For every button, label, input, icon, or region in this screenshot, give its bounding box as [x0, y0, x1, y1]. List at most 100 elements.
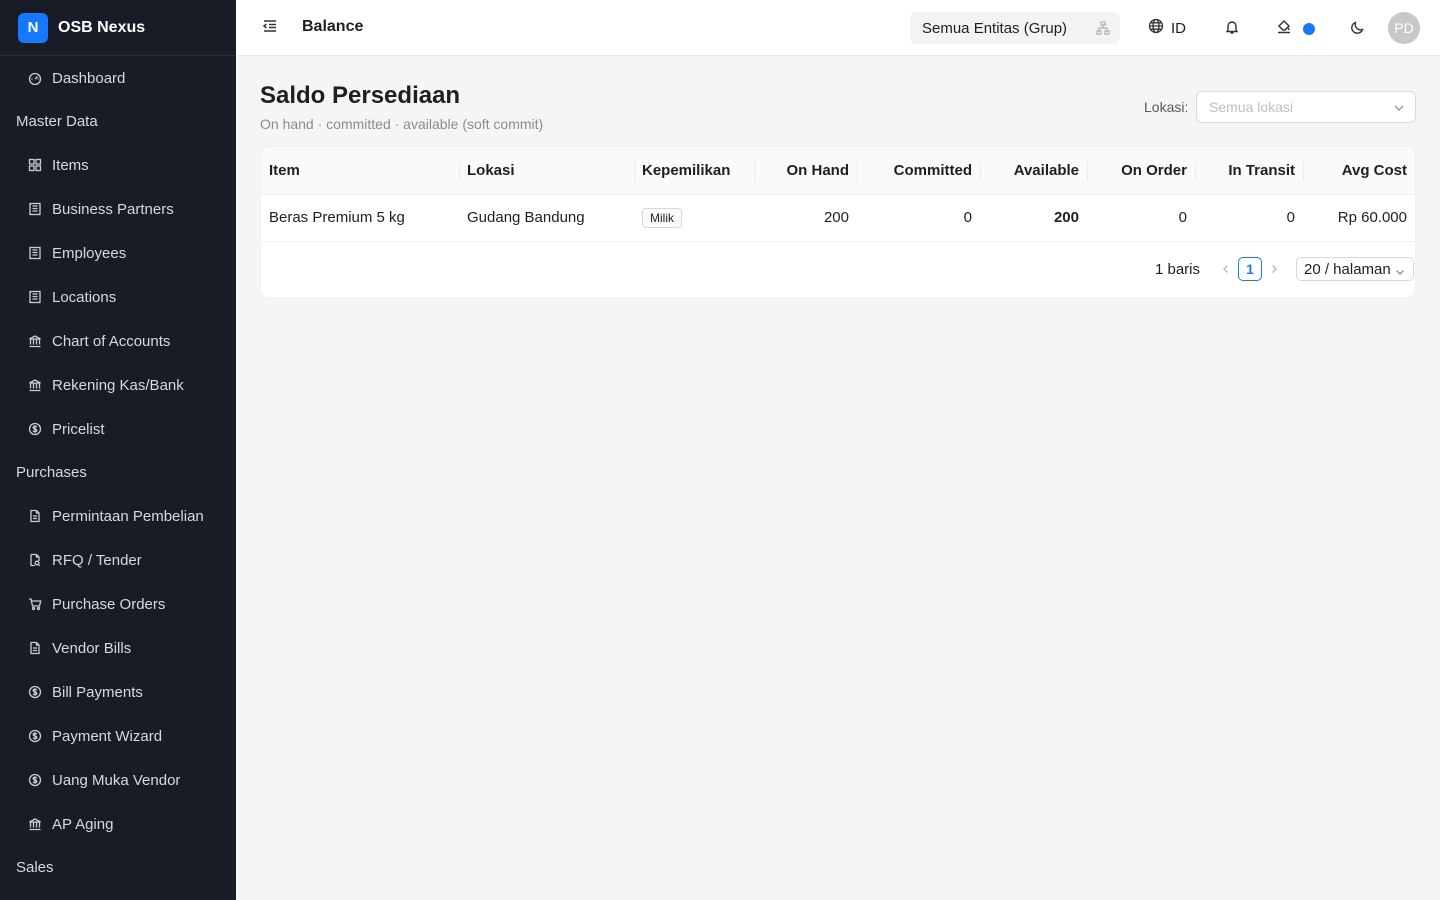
theme-color-dot: [1303, 22, 1315, 35]
column-header-on-order[interactable]: On Order: [1087, 147, 1195, 195]
language-switcher[interactable]: ID: [1148, 18, 1186, 38]
sidebar-group-master-data[interactable]: Master Data: [0, 100, 236, 143]
page-subtitle: On hand · committed · available (soft co…: [260, 116, 544, 132]
cell-committed: 0: [857, 194, 980, 242]
column-header-kepemilikan[interactable]: Kepemilikan: [634, 147, 754, 195]
building-icon: [28, 246, 42, 260]
sidebar-item-uang-muka-vendor[interactable]: Uang Muka Vendor: [0, 758, 236, 802]
bank-icon: [28, 817, 42, 831]
dollar-circle-icon: [28, 729, 42, 743]
page-title: Saldo Persediaan: [260, 82, 461, 109]
globe-icon: [1148, 18, 1171, 38]
cell-item: Beras Premium 5 kg: [261, 194, 459, 242]
grid-icon: [28, 158, 42, 172]
sidebar-group-label: Sales: [16, 859, 54, 876]
paint-bucket-icon: [1276, 18, 1292, 39]
sidebar-item-business-partners[interactable]: Business Partners: [0, 187, 236, 231]
sidebar-group-sales[interactable]: Sales: [0, 846, 236, 889]
sidebar-item-rfq-tender[interactable]: RFQ / Tender: [0, 538, 236, 582]
entity-select[interactable]: Semua Entitas (Grup): [910, 12, 1120, 44]
dashboard-icon: [28, 71, 42, 85]
sidebar-item-label: Vendor Bills: [52, 639, 132, 657]
balance-table-card: Item Lokasi Kepemilikan On Hand Committe…: [260, 146, 1416, 298]
location-filter-label: Lokasi:: [1144, 99, 1189, 115]
sidebar-item-label: Rekening Kas/Bank: [52, 376, 184, 394]
sidebar-item-label: AP Aging: [52, 815, 114, 833]
page-size-select[interactable]: 20 / halaman: [1296, 257, 1414, 281]
prev-page-icon[interactable]: [1218, 261, 1234, 277]
header-title: Balance: [302, 18, 364, 35]
column-header-on-hand[interactable]: On Hand: [754, 147, 857, 195]
theme-color-button[interactable]: [1276, 18, 1315, 39]
brand[interactable]: N OSB Nexus: [0, 0, 236, 56]
chevron-down-icon: [1393, 101, 1405, 117]
sidebar-item-label: Dashboard: [52, 69, 126, 87]
sidebar-item-employees[interactable]: Employees: [0, 231, 236, 275]
sidebar-item-items[interactable]: Items: [0, 143, 236, 187]
file-search-icon: [28, 553, 42, 567]
table-header-row: Item Lokasi Kepemilikan On Hand Committe…: [261, 147, 1415, 195]
sidebar-nav: Dashboard Master Data Items Business Partne…: [0, 56, 236, 889]
page-number-button[interactable]: 1: [1238, 257, 1262, 281]
next-page-icon[interactable]: [1266, 261, 1282, 277]
sidebar-item-purchase-orders[interactable]: Purchase Orders: [0, 582, 236, 626]
page-size-value: 20 / halaman: [1304, 260, 1391, 278]
bell-icon[interactable]: [1224, 19, 1240, 40]
cart-icon: [28, 597, 42, 611]
sidebar-item-label: Pricelist: [52, 420, 105, 438]
sidebar-item-ap-aging[interactable]: AP Aging: [0, 802, 236, 846]
sidebar-item-chart-of-accounts[interactable]: Chart of Accounts: [0, 319, 236, 363]
file-icon: [28, 641, 42, 655]
dollar-circle-icon: [28, 422, 42, 436]
column-header-committed[interactable]: Committed: [857, 147, 980, 195]
sidebar-item-vendor-bills[interactable]: Vendor Bills: [0, 626, 236, 670]
location-filter-select[interactable]: Semua lokasi: [1196, 91, 1416, 123]
dollar-circle-icon: [28, 685, 42, 699]
sidebar-item-permintaan-pembelian[interactable]: Permintaan Pembelian: [0, 494, 236, 538]
sidebar-item-pricelist[interactable]: Pricelist: [0, 407, 236, 451]
pagination: 1 baris 1 20 / halaman: [1155, 257, 1415, 281]
bank-icon: [28, 378, 42, 392]
hierarchy-icon: [1096, 21, 1110, 35]
building-icon: [28, 290, 42, 304]
sidebar-item-locations[interactable]: Locations: [0, 275, 236, 319]
cell-in-transit: 0: [1195, 194, 1303, 242]
location-filter-placeholder: Semua lokasi: [1209, 99, 1294, 115]
cell-available: 200: [980, 194, 1087, 242]
sidebar-item-bill-payments[interactable]: Bill Payments: [0, 670, 236, 714]
sidebar-item-rekening-kas-bank[interactable]: Rekening Kas/Bank: [0, 363, 236, 407]
file-icon: [28, 509, 42, 523]
chevron-down-icon: [1395, 264, 1405, 281]
balance-table: Item Lokasi Kepemilikan On Hand Committe…: [261, 147, 1415, 242]
pagination-total: 1 baris: [1154, 260, 1200, 278]
sidebar-item-label: Employees: [52, 244, 127, 262]
sidebar-group-label: Purchases: [16, 464, 87, 481]
cell-avg-cost: Rp 60.000: [1303, 194, 1415, 242]
column-header-lokasi[interactable]: Lokasi: [459, 147, 634, 195]
sidebar-item-payment-wizard[interactable]: Payment Wizard: [0, 714, 236, 758]
cell-on-hand: 200: [754, 194, 857, 242]
sidebar-group-purchases[interactable]: Purchases: [0, 451, 236, 494]
moon-icon[interactable]: [1350, 19, 1366, 40]
dollar-circle-icon: [28, 773, 42, 787]
column-header-in-transit[interactable]: In Transit: [1195, 147, 1303, 195]
sidebar-item-label: RFQ / Tender: [52, 551, 142, 569]
main-content: Saldo Persediaan On hand · committed · a…: [236, 56, 1440, 900]
sidebar-item-label: Uang Muka Vendor: [52, 771, 181, 789]
menu-fold-icon[interactable]: [262, 18, 282, 38]
building-icon: [28, 202, 42, 216]
column-header-available[interactable]: Available: [980, 147, 1087, 195]
column-header-item[interactable]: Item: [261, 147, 459, 195]
sidebar-item-dashboard[interactable]: Dashboard: [0, 56, 236, 100]
brand-logo: N: [18, 12, 48, 43]
table-row[interactable]: Beras Premium 5 kg Gudang Bandung Milik …: [261, 194, 1415, 242]
sidebar-group-label: Master Data: [16, 113, 98, 130]
cell-kepemilikan: Milik: [634, 194, 754, 242]
sidebar: N OSB Nexus Dashboard Master Data Items Bus…: [0, 0, 236, 900]
sidebar-item-label: Purchase Orders: [52, 595, 166, 613]
user-avatar[interactable]: PD: [1388, 12, 1420, 44]
sidebar-item-label: Permintaan Pembelian: [52, 507, 204, 525]
sidebar-item-label: Payment Wizard: [52, 727, 163, 745]
column-header-avg-cost[interactable]: Avg Cost: [1303, 147, 1415, 195]
top-header: Balance Semua Entitas (Grup) ID PD: [236, 0, 1440, 56]
